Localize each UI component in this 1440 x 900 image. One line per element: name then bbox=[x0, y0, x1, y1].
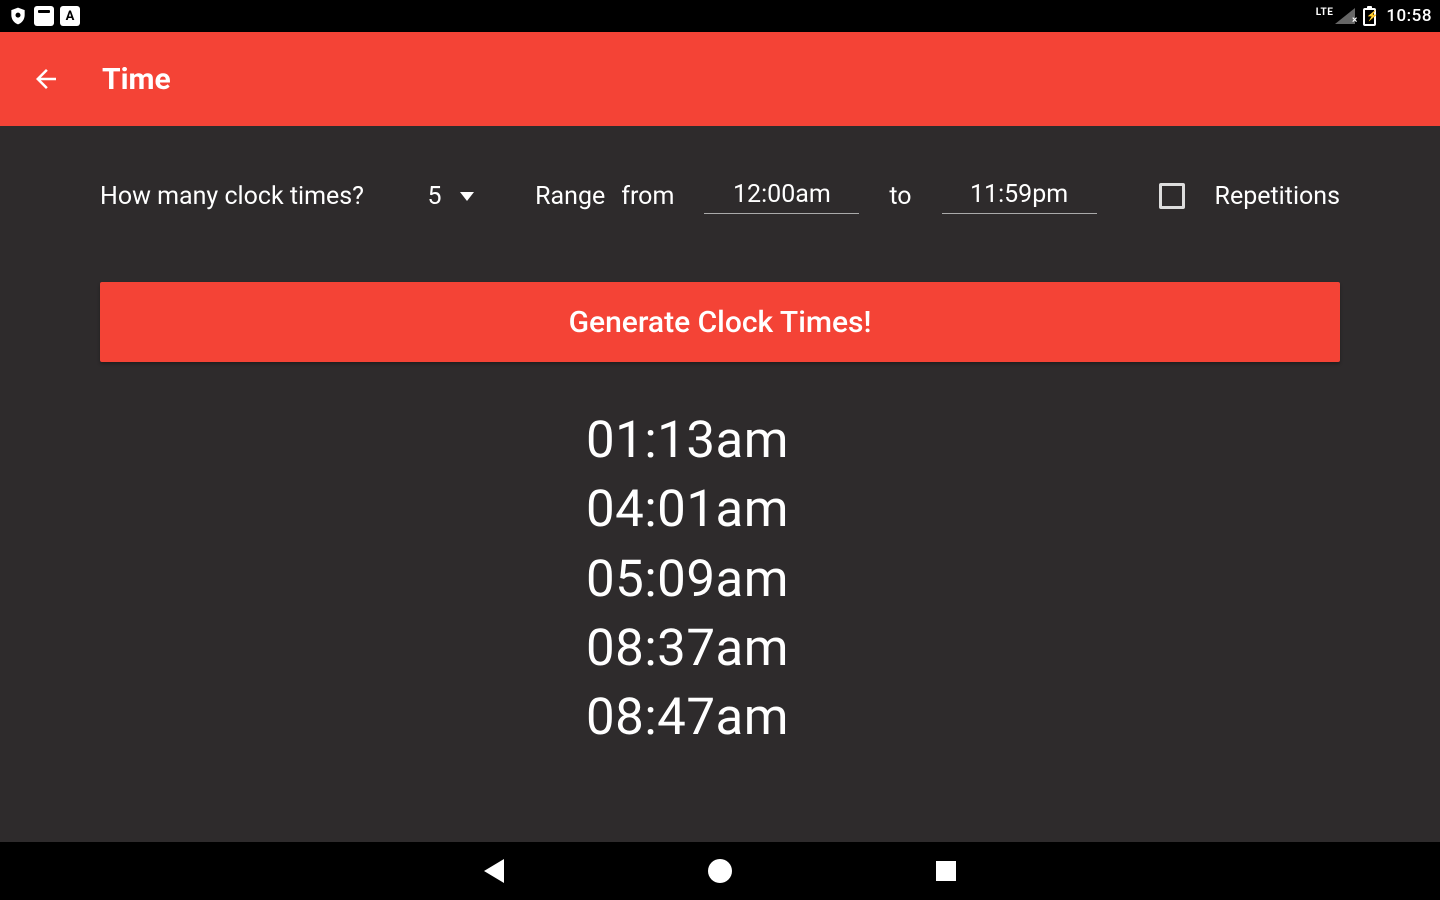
generate-button[interactable]: Generate Clock Times! bbox=[100, 282, 1340, 362]
nav-back-button[interactable] bbox=[476, 853, 512, 889]
status-bar-right: LTE × ⚡ 10:58 bbox=[1316, 6, 1432, 26]
network-lte-label: LTE bbox=[1316, 7, 1334, 18]
triangle-back-icon bbox=[484, 859, 504, 883]
chevron-down-icon bbox=[460, 192, 474, 201]
count-dropdown[interactable]: 5 bbox=[428, 182, 474, 211]
result-item: 04:01am bbox=[586, 475, 1340, 544]
result-item: 08:47am bbox=[586, 683, 1340, 752]
status-clock: 10:58 bbox=[1386, 6, 1432, 26]
cell-signal-icon: × bbox=[1335, 8, 1355, 24]
app-bar: Time bbox=[0, 32, 1440, 126]
results-list: 01:13am 04:01am 05:09am 08:37am 08:47am bbox=[100, 406, 1340, 753]
parameters-row: How many clock times? 5 Range from to Re… bbox=[100, 166, 1340, 226]
to-label: to bbox=[889, 182, 911, 211]
repetitions-label: Repetitions bbox=[1215, 182, 1340, 211]
count-value: 5 bbox=[428, 182, 442, 211]
nav-recent-button[interactable] bbox=[928, 853, 964, 889]
range-from-input[interactable] bbox=[704, 178, 859, 214]
result-item: 05:09am bbox=[586, 545, 1340, 614]
range-label: Range bbox=[535, 182, 605, 211]
circle-home-icon bbox=[708, 859, 732, 883]
content-area: How many clock times? 5 Range from to Re… bbox=[0, 126, 1440, 842]
nav-home-button[interactable] bbox=[702, 853, 738, 889]
range-to-input[interactable] bbox=[942, 178, 1097, 214]
battery-charging-icon: ⚡ bbox=[1363, 6, 1376, 26]
arrow-left-icon bbox=[31, 64, 61, 94]
shield-icon bbox=[8, 6, 28, 26]
result-item: 08:37am bbox=[586, 614, 1340, 683]
sd-card-icon bbox=[34, 6, 54, 26]
keyboard-a-icon: A bbox=[60, 6, 80, 26]
square-recent-icon bbox=[936, 861, 956, 881]
from-label: from bbox=[621, 182, 674, 211]
result-item: 01:13am bbox=[586, 406, 1340, 475]
status-bar-left: A bbox=[8, 6, 80, 26]
android-nav-bar bbox=[0, 842, 1440, 900]
how-many-label: How many clock times? bbox=[100, 182, 364, 211]
back-button[interactable] bbox=[30, 63, 62, 95]
repetitions-checkbox[interactable] bbox=[1159, 183, 1185, 209]
android-status-bar: A LTE × ⚡ 10:58 bbox=[0, 0, 1440, 32]
page-title: Time bbox=[102, 62, 171, 97]
